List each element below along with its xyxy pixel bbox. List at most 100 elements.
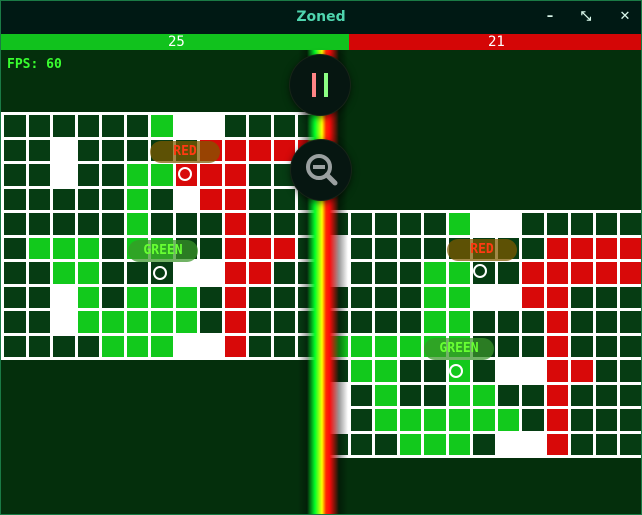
neutral-cell[interactable]: [473, 433, 495, 455]
red-cell[interactable]: [522, 262, 544, 284]
neutral-cell[interactable]: [522, 311, 544, 333]
pause-button[interactable]: [290, 55, 350, 115]
neutral-cell[interactable]: [522, 384, 544, 406]
neutral-cell[interactable]: [175, 213, 197, 235]
green-cell[interactable]: [448, 311, 470, 333]
neutral-cell[interactable]: [399, 213, 421, 235]
neutral-cell[interactable]: [249, 115, 271, 137]
neutral-cell[interactable]: [399, 360, 421, 382]
red-cell[interactable]: [571, 262, 593, 284]
green-cell[interactable]: [28, 237, 50, 259]
green-cell[interactable]: [102, 311, 124, 333]
empty-cell[interactable]: [497, 433, 519, 455]
neutral-cell[interactable]: [126, 262, 148, 284]
neutral-cell[interactable]: [595, 311, 617, 333]
neutral-cell[interactable]: [571, 384, 593, 406]
neutral-cell[interactable]: [77, 213, 99, 235]
green-cell[interactable]: [77, 262, 99, 284]
red-cell[interactable]: [546, 286, 568, 308]
neutral-cell[interactable]: [4, 139, 26, 161]
red-cell[interactable]: [620, 262, 641, 284]
neutral-cell[interactable]: [151, 188, 173, 210]
neutral-cell[interactable]: [399, 262, 421, 284]
green-cell[interactable]: [126, 286, 148, 308]
red-cell[interactable]: [224, 213, 246, 235]
green-cell[interactable]: [77, 311, 99, 333]
green-cell[interactable]: [175, 311, 197, 333]
maximize-button[interactable]: ⤡: [574, 7, 598, 27]
red-cell[interactable]: [200, 164, 222, 186]
neutral-cell[interactable]: [273, 335, 295, 357]
neutral-cell[interactable]: [571, 335, 593, 357]
empty-cell[interactable]: [175, 262, 197, 284]
neutral-cell[interactable]: [424, 237, 446, 259]
green-cell[interactable]: [175, 286, 197, 308]
minimize-button[interactable]: –: [538, 7, 562, 27]
empty-cell[interactable]: [175, 115, 197, 137]
green-cell[interactable]: [399, 433, 421, 455]
neutral-cell[interactable]: [595, 409, 617, 431]
neutral-cell[interactable]: [522, 335, 544, 357]
green-cell[interactable]: [375, 335, 397, 357]
neutral-cell[interactable]: [4, 286, 26, 308]
empty-cell[interactable]: [473, 213, 495, 235]
neutral-cell[interactable]: [350, 433, 372, 455]
neutral-cell[interactable]: [200, 286, 222, 308]
neutral-cell[interactable]: [595, 286, 617, 308]
neutral-cell[interactable]: [249, 335, 271, 357]
neutral-cell[interactable]: [273, 286, 295, 308]
red-cell[interactable]: [546, 262, 568, 284]
empty-cell[interactable]: [200, 335, 222, 357]
neutral-cell[interactable]: [375, 262, 397, 284]
neutral-cell[interactable]: [200, 213, 222, 235]
neutral-cell[interactable]: [4, 237, 26, 259]
green-cell[interactable]: [399, 409, 421, 431]
empty-cell[interactable]: [497, 213, 519, 235]
neutral-cell[interactable]: [77, 115, 99, 137]
empty-cell[interactable]: [53, 311, 75, 333]
neutral-cell[interactable]: [595, 384, 617, 406]
neutral-cell[interactable]: [53, 213, 75, 235]
green-cell[interactable]: [126, 311, 148, 333]
green-cell[interactable]: [448, 384, 470, 406]
neutral-cell[interactable]: [399, 384, 421, 406]
neutral-cell[interactable]: [350, 262, 372, 284]
green-cell[interactable]: [448, 262, 470, 284]
green-cell[interactable]: [126, 164, 148, 186]
neutral-cell[interactable]: [571, 286, 593, 308]
neutral-cell[interactable]: [53, 115, 75, 137]
empty-cell[interactable]: [53, 139, 75, 161]
green-cell[interactable]: [424, 409, 446, 431]
empty-cell[interactable]: [522, 360, 544, 382]
green-cell[interactable]: [448, 433, 470, 455]
neutral-cell[interactable]: [102, 213, 124, 235]
neutral-cell[interactable]: [571, 213, 593, 235]
red-cell[interactable]: [546, 335, 568, 357]
red-cell[interactable]: [546, 360, 568, 382]
neutral-cell[interactable]: [473, 311, 495, 333]
neutral-cell[interactable]: [595, 433, 617, 455]
red-cell[interactable]: [546, 409, 568, 431]
empty-cell[interactable]: [497, 360, 519, 382]
neutral-cell[interactable]: [249, 213, 271, 235]
red-cell[interactable]: [595, 262, 617, 284]
red-cell[interactable]: [200, 188, 222, 210]
green-cell[interactable]: [497, 409, 519, 431]
neutral-cell[interactable]: [375, 286, 397, 308]
green-cell[interactable]: [151, 286, 173, 308]
green-cell[interactable]: [350, 360, 372, 382]
green-cell[interactable]: [77, 286, 99, 308]
neutral-cell[interactable]: [28, 139, 50, 161]
neutral-cell[interactable]: [273, 311, 295, 333]
red-cell[interactable]: [273, 237, 295, 259]
neutral-cell[interactable]: [28, 164, 50, 186]
neutral-cell[interactable]: [28, 335, 50, 357]
neutral-cell[interactable]: [571, 311, 593, 333]
red-cell[interactable]: [224, 286, 246, 308]
green-cell[interactable]: [77, 237, 99, 259]
neutral-cell[interactable]: [224, 115, 246, 137]
neutral-cell[interactable]: [375, 213, 397, 235]
neutral-cell[interactable]: [102, 164, 124, 186]
neutral-cell[interactable]: [200, 237, 222, 259]
neutral-cell[interactable]: [350, 311, 372, 333]
